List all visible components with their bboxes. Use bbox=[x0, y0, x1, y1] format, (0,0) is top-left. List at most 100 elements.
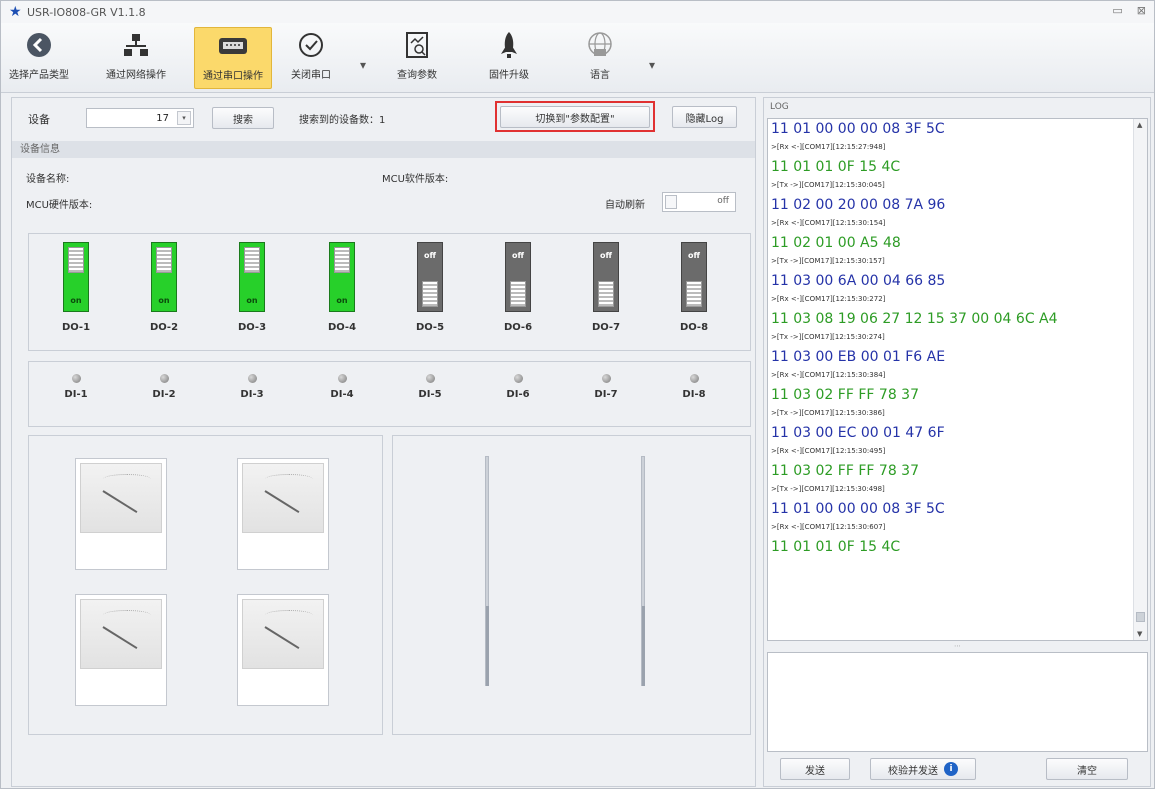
di-2-label: DI-2 bbox=[152, 389, 176, 400]
scroll-thumb[interactable] bbox=[1136, 612, 1145, 622]
info-icon[interactable]: i bbox=[944, 762, 958, 776]
do-1-label: DO-1 bbox=[61, 322, 91, 333]
star-logo-icon: ★ bbox=[9, 4, 22, 20]
language-dropdown-icon[interactable]: ▾ bbox=[649, 58, 655, 72]
log-scrollbar[interactable]: ▲ ▼ bbox=[1133, 119, 1147, 640]
close-button[interactable]: ⊠ bbox=[1137, 4, 1146, 17]
network-icon bbox=[122, 27, 150, 63]
log-line: >[Tx ->][COM17][12:15:30:045] bbox=[771, 181, 885, 189]
log-line: >[Tx ->][COM17][12:15:30:274] bbox=[771, 333, 885, 341]
log-line: 11 01 00 00 00 08 3F 5C bbox=[771, 121, 945, 137]
query-params-button[interactable]: 查询参数 bbox=[387, 27, 447, 89]
checksum-send-button[interactable]: 校验并发送 i bbox=[870, 758, 976, 780]
close-serial-button[interactable]: 关闭串口 bbox=[286, 27, 336, 89]
auto-refresh-label: 自动刷新 bbox=[605, 200, 645, 211]
device-address-spinner[interactable]: 17 ▾ bbox=[86, 108, 194, 128]
spinner-arrow-icon[interactable]: ▾ bbox=[177, 111, 191, 125]
do-3-switch[interactable]: on bbox=[239, 242, 265, 312]
di-3-item: DI-3 bbox=[229, 374, 275, 400]
log-line: 11 01 01 0F 15 4C bbox=[771, 159, 901, 175]
device-row: 设备 17 ▾ 搜索 搜索到的设备数：1 切换到"参数配置" 隐藏Log bbox=[12, 98, 755, 136]
gauge-2 bbox=[237, 458, 329, 570]
auto-refresh-toggle[interactable]: off bbox=[662, 192, 736, 212]
do-3-label: DO-3 bbox=[237, 322, 267, 333]
gauge-2-needle-icon bbox=[264, 490, 300, 514]
di-1-led-icon bbox=[71, 374, 81, 383]
analog-slider-1[interactable] bbox=[463, 456, 513, 686]
log-line: 11 03 00 EC 00 01 47 6F bbox=[771, 425, 945, 441]
do-5-item: off DO-5 bbox=[407, 242, 453, 342]
device-name-label: 设备名称: bbox=[26, 174, 70, 185]
minimize-button[interactable]: ▭ bbox=[1112, 4, 1122, 17]
close-serial-dropdown-icon[interactable]: ▾ bbox=[360, 58, 366, 72]
device-info-header: 设备信息 bbox=[12, 141, 755, 158]
do-7-switch[interactable]: off bbox=[593, 242, 619, 312]
log-line: 11 01 00 00 00 08 3F 5C bbox=[771, 501, 945, 517]
serial-port-icon bbox=[218, 28, 248, 64]
select-product-type-button[interactable]: 选择产品类型 bbox=[9, 27, 69, 89]
log-line: >[Rx <-][COM17][12:15:30:495] bbox=[771, 447, 886, 455]
log-panel: LOG 11 01 00 00 00 08 3F 5C >[Rx <-][COM… bbox=[763, 97, 1151, 787]
do-7-label: DO-7 bbox=[591, 322, 621, 333]
device-address-value: 17 bbox=[156, 112, 169, 124]
di-6-item: DI-6 bbox=[495, 374, 541, 400]
scroll-up-icon[interactable]: ▲ bbox=[1137, 121, 1142, 129]
do-4-item: on DO-4 bbox=[319, 242, 365, 342]
di-7-led-icon bbox=[601, 374, 611, 383]
di-3-label: DI-3 bbox=[240, 389, 264, 400]
search-button[interactable]: 搜索 bbox=[212, 107, 274, 129]
switch-to-config-button[interactable]: 切换到"参数配置" bbox=[500, 106, 650, 128]
do-2-item: on DO-2 bbox=[141, 242, 187, 342]
do-1-item: on DO-1 bbox=[53, 242, 99, 342]
do-6-state: off bbox=[512, 251, 524, 260]
send-button[interactable]: 发送 bbox=[780, 758, 850, 780]
search-params-icon bbox=[404, 27, 430, 63]
do-switch-group: on DO-1 on DO-2 on DO-3 on DO-4 off DO-5… bbox=[28, 233, 751, 351]
firmware-upgrade-button[interactable]: 固件升级 bbox=[479, 27, 539, 89]
do-2-switch[interactable]: on bbox=[151, 242, 177, 312]
serial-operation-button[interactable]: 通过串口操作 bbox=[194, 27, 272, 89]
do-1-switch[interactable]: on bbox=[63, 242, 89, 312]
log-output[interactable]: 11 01 00 00 00 08 3F 5C >[Rx <-][COM17][… bbox=[767, 118, 1148, 641]
do-6-item: off DO-6 bbox=[495, 242, 541, 342]
log-line: 11 02 01 00 A5 48 bbox=[771, 235, 901, 251]
log-line: 11 02 00 20 00 08 7A 96 bbox=[771, 197, 946, 213]
do-1-state: on bbox=[70, 296, 82, 305]
di-8-label: DI-8 bbox=[682, 389, 706, 400]
di-8-led-icon bbox=[689, 374, 699, 383]
di-8-item: DI-8 bbox=[671, 374, 717, 400]
do-7-item: off DO-7 bbox=[583, 242, 629, 342]
io-control-panel: 设备 17 ▾ 搜索 搜索到的设备数：1 切换到"参数配置" 隐藏Log 设备信… bbox=[11, 97, 756, 787]
log-line: >[Tx ->][COM17][12:15:30:498] bbox=[771, 485, 885, 493]
do-8-switch[interactable]: off bbox=[681, 242, 707, 312]
back-arrow-icon bbox=[26, 27, 52, 63]
di-7-label: DI-7 bbox=[594, 389, 618, 400]
do-5-switch[interactable]: off bbox=[417, 242, 443, 312]
mcu-hardware-version-label: MCU硬件版本: bbox=[26, 200, 93, 211]
log-line: >[Tx ->][COM17][12:15:30:157] bbox=[771, 257, 885, 265]
do-4-switch[interactable]: on bbox=[329, 242, 355, 312]
log-line: >[Rx <-][COM17][12:15:30:272] bbox=[771, 295, 886, 303]
di-6-label: DI-6 bbox=[506, 389, 530, 400]
network-operation-button[interactable]: 通过网络操作 bbox=[81, 27, 191, 89]
log-splitter[interactable]: ⋯ bbox=[767, 643, 1148, 651]
gauge-4 bbox=[237, 594, 329, 706]
do-8-item: off DO-8 bbox=[671, 242, 717, 342]
log-line: 11 03 00 6A 00 04 66 85 bbox=[771, 273, 946, 289]
gauge-4-needle-icon bbox=[264, 626, 300, 650]
di-4-item: DI-4 bbox=[319, 374, 365, 400]
scroll-down-icon[interactable]: ▼ bbox=[1137, 630, 1142, 638]
log-line: >[Rx <-][COM17][12:15:27:948] bbox=[771, 143, 886, 151]
di-4-led-icon bbox=[337, 374, 347, 383]
do-6-switch[interactable]: off bbox=[505, 242, 531, 312]
log-line: 11 01 01 0F 15 4C bbox=[771, 539, 901, 555]
language-button[interactable]: 语言 bbox=[575, 27, 625, 89]
checksum-send-label: 校验并发送 bbox=[888, 765, 938, 777]
gauge-1-needle-icon bbox=[102, 490, 138, 514]
do-7-state: off bbox=[600, 251, 612, 260]
send-input[interactable] bbox=[767, 652, 1148, 752]
analog-slider-2[interactable] bbox=[619, 456, 669, 686]
clear-button[interactable]: 清空 bbox=[1046, 758, 1128, 780]
device-label: 设备 bbox=[28, 113, 50, 126]
hide-log-button[interactable]: 隐藏Log bbox=[672, 106, 737, 128]
